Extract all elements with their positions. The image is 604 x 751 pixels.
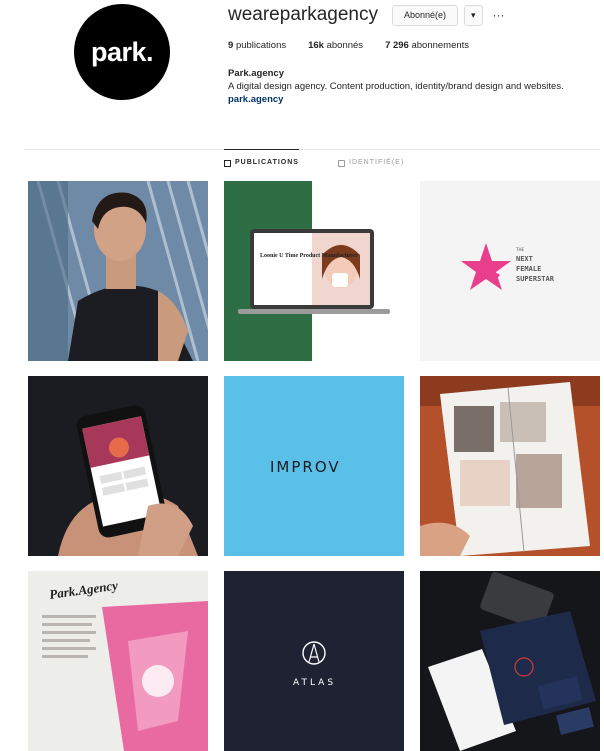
post-magazine[interactable] <box>420 376 600 556</box>
profile-actions-row: weareparkagency Abonné(e) ▾ ··· <box>228 0 600 30</box>
superstar-line2: FEMALE <box>516 265 541 273</box>
tag-icon <box>338 159 345 167</box>
stat-posts-label: publications <box>235 40 287 51</box>
stat-following-label: abonnements <box>411 40 470 51</box>
atlas-logo-text: ATLAS <box>293 678 336 688</box>
profile-info: weareparkagency Abonné(e) ▾ ··· 9 public… <box>228 0 600 106</box>
stat-followers-label: abonnés <box>326 40 364 51</box>
magazine-photo <box>420 376 600 556</box>
article-photo: Park.Agency <box>28 571 208 751</box>
tab-tagged[interactable]: IDENTIFIÉ(E) <box>338 150 404 176</box>
avatar-logo-text: park. <box>90 36 154 67</box>
caret-down-icon: ▾ <box>471 9 476 20</box>
username: weareparkagency <box>228 4 378 25</box>
phone-mockup <box>28 376 208 556</box>
profile-stats: 9 publications 16k abonnés 7 296 abonnem… <box>228 40 600 51</box>
stat-followers[interactable]: 16k abonnés <box>308 40 363 51</box>
improv-logo-text: IMPROV <box>270 458 341 476</box>
following-button[interactable]: Abonné(e) <box>391 4 459 26</box>
bio-link[interactable]: park.agency <box>228 93 588 106</box>
avatar[interactable]: park. <box>74 4 170 100</box>
superstar-line1: NEXT <box>516 255 533 263</box>
stat-posts-value: 9 <box>228 40 234 51</box>
stationery-mockup <box>420 571 600 751</box>
profile-header: park. weareparkagency Abonné(e) ▾ ··· 9 … <box>24 0 600 150</box>
laptop-screen-text: Loonie U Time Product Manufacturer <box>260 253 358 259</box>
ellipsis-icon[interactable]: ··· <box>493 8 505 22</box>
profile-tabs: PUBLICATIONS IDENTIFIÉ(E) <box>0 149 604 176</box>
superstar-small-text: THE <box>515 247 524 252</box>
post-superstar[interactable]: THE NEXT FEMALE SUPERSTAR <box>420 181 600 361</box>
tab-publications[interactable]: PUBLICATIONS <box>224 149 299 176</box>
post-atlas[interactable]: ATLAS <box>224 571 404 751</box>
post-article[interactable]: Park.Agency <box>28 571 208 751</box>
bio-text: A digital design agency. Content product… <box>228 81 564 92</box>
tab-publications-label: PUBLICATIONS <box>235 159 299 166</box>
superstar-line3: SUPERSTAR <box>516 275 555 283</box>
stat-followers-value: 16k <box>308 40 324 51</box>
portrait-photo <box>28 181 208 361</box>
stat-following-value: 7 296 <box>385 40 409 51</box>
post-laptop[interactable]: Loonie U Time Product Manufacturer <box>224 181 404 361</box>
post-stationery[interactable] <box>420 571 600 751</box>
atlas-logo: ATLAS <box>224 571 404 751</box>
profile-bio: Park.agency A digital design agency. Con… <box>228 67 588 106</box>
stat-posts[interactable]: 9 publications <box>228 40 286 51</box>
stat-following[interactable]: 7 296 abonnements <box>385 40 469 51</box>
grid-icon <box>224 159 231 167</box>
improv-logo: IMPROV <box>224 376 404 556</box>
post-phone[interactable] <box>28 376 208 556</box>
dropdown-button[interactable]: ▾ <box>464 4 483 26</box>
laptop-mockup: Loonie U Time Product Manufacturer <box>224 181 404 361</box>
superstar-logo: THE NEXT FEMALE SUPERSTAR <box>420 181 600 361</box>
tab-tagged-label: IDENTIFIÉ(E) <box>349 159 405 166</box>
post-portrait[interactable] <box>28 181 208 361</box>
post-improv[interactable]: IMPROV <box>224 376 404 556</box>
bio-name: Park.agency <box>228 68 284 79</box>
